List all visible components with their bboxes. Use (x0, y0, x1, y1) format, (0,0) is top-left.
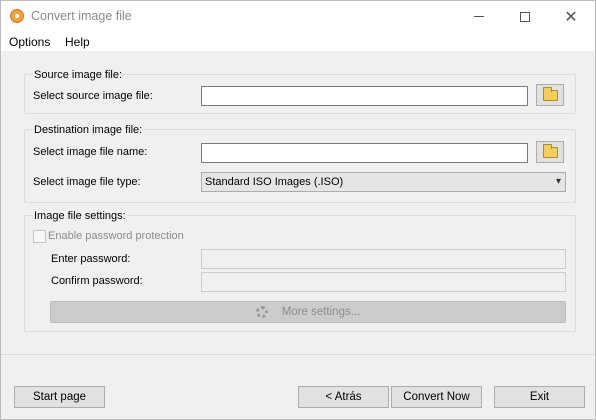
password-protection-checkbox[interactable] (33, 230, 46, 243)
browse-source-button[interactable] (536, 84, 564, 106)
app-icon (10, 9, 24, 23)
back-button[interactable]: < Atrás (298, 386, 389, 408)
source-file-label: Select source image file: (33, 90, 153, 102)
image-file-type-select[interactable]: Standard ISO Images (.ISO) ▾ (201, 172, 566, 192)
menu-bar: Options Help (1, 32, 595, 52)
source-group-title: Source image file: (33, 69, 124, 81)
close-button[interactable]: ✕ (548, 1, 594, 32)
exit-label: Exit (529, 391, 550, 403)
image-file-name-label: Select image file name: (33, 146, 148, 158)
maximize-button[interactable] (502, 1, 548, 32)
image-file-name-input[interactable] (201, 143, 528, 163)
title-bar: Convert image file ✕ (1, 1, 595, 32)
confirm-password-label: Confirm password: (51, 275, 143, 287)
menu-help[interactable]: Help (65, 35, 90, 49)
convert-now-label: Convert Now (403, 391, 470, 403)
menu-options[interactable]: Options (9, 35, 50, 49)
start-page-button[interactable]: Start page (14, 386, 105, 408)
password-protection-label: Enable password protection (48, 230, 184, 242)
convert-now-button[interactable]: Convert Now (391, 386, 482, 408)
more-settings-label: More settings... (281, 306, 361, 318)
settings-group-title: Image file settings: (33, 210, 127, 222)
window-title: Convert image file (31, 9, 132, 23)
exit-button[interactable]: Exit (494, 386, 585, 408)
minimize-icon (474, 16, 484, 17)
folder-icon (542, 86, 558, 101)
source-file-input[interactable] (201, 86, 528, 106)
image-file-type-label: Select image file type: (33, 176, 141, 188)
close-icon: ✕ (564, 8, 578, 26)
minimize-button[interactable] (456, 1, 502, 32)
footer-separator (1, 354, 595, 355)
browse-destination-button[interactable] (536, 141, 564, 163)
gear-icon (255, 306, 268, 318)
more-settings-button[interactable]: More settings... (50, 301, 566, 323)
maximize-icon (520, 11, 530, 22)
image-file-type-value: Standard ISO Images (.ISO) (205, 176, 344, 188)
enter-password-label: Enter password: (51, 253, 131, 265)
convert-image-window: Convert image file ✕ Options Help Source… (0, 0, 596, 420)
back-label: < Atrás (325, 391, 362, 403)
start-page-label: Start page (32, 391, 87, 403)
folder-icon (542, 143, 558, 158)
chevron-down-icon: ▾ (555, 176, 561, 187)
destination-group-title: Destination image file: (33, 124, 144, 136)
enter-password-field[interactable] (201, 249, 566, 269)
confirm-password-field[interactable] (201, 272, 566, 292)
